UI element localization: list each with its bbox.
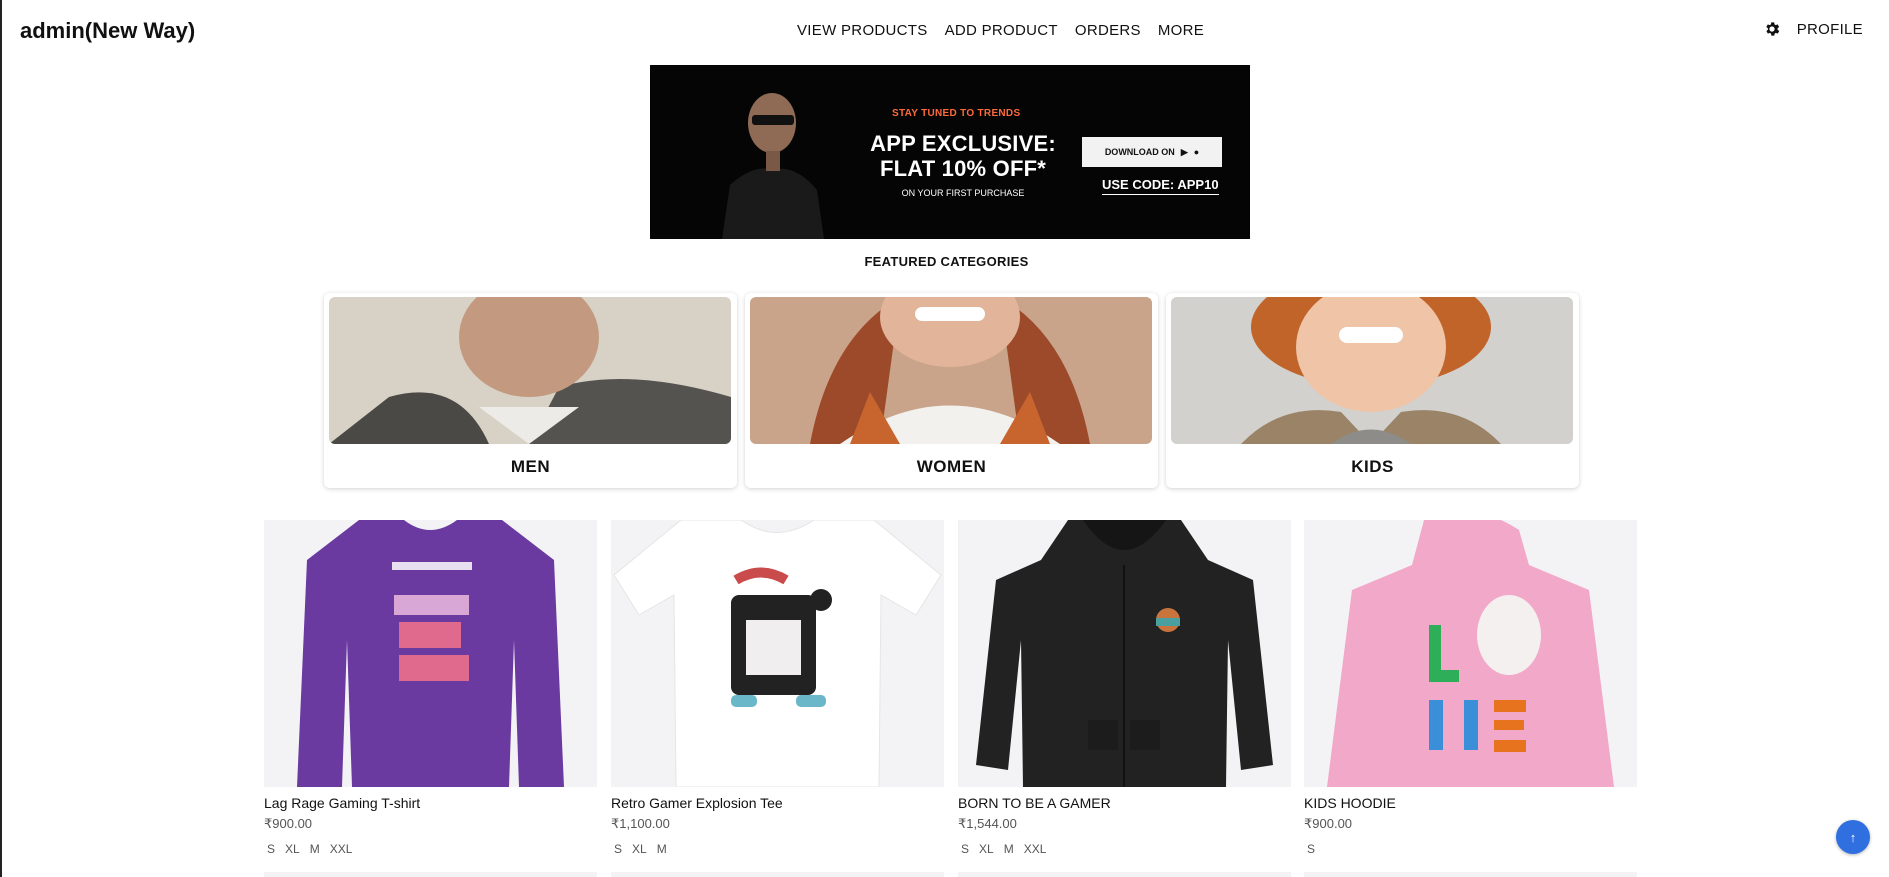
category-label-kids: KIDS	[1351, 457, 1394, 476]
size-option: XXL	[1023, 842, 1047, 856]
size-option: XL	[979, 842, 994, 856]
main-nav: VIEW PRODUCTS ADD PRODUCT ORDERS MORE	[797, 22, 1204, 39]
product-price: ₹900.00	[1304, 816, 1353, 831]
product-price: ₹1,100.00	[611, 816, 670, 831]
size-option: XL	[632, 842, 647, 856]
category-label-women: WOMEN	[916, 457, 987, 476]
featured-categories-title: FEATURED CATEGORIES	[864, 254, 1029, 269]
download-label: DOWNLOAD ON	[1104, 147, 1175, 157]
banner-headline-line2: FLAT 10% OFF*	[880, 156, 1046, 181]
banner-headline: APP EXCLUSIVE: FLAT 10% OFF*	[868, 131, 1058, 181]
promo-banner[interactable]: STAY TUNED TO TRENDS APP EXCLUSIVE: FLAT…	[650, 65, 1250, 239]
category-image-women	[750, 297, 1152, 444]
size-option: M	[1003, 842, 1014, 856]
product-price: ₹1,544.00	[958, 816, 1017, 831]
category-image-men	[329, 297, 731, 444]
size-option: S	[1307, 842, 1316, 856]
product-name: KIDS HOODIE	[1304, 795, 1396, 811]
gear-icon[interactable]	[1763, 20, 1781, 38]
header-right: PROFILE	[1763, 20, 1863, 38]
nav-add-product[interactable]: ADD PRODUCT	[945, 22, 1058, 39]
download-button[interactable]: DOWNLOAD ON ▶ ●	[1082, 137, 1222, 167]
size-option: M	[309, 842, 320, 856]
nav-orders[interactable]: ORDERS	[1075, 22, 1141, 39]
banner-subline: ON YOUR FIRST PURCHASE	[901, 188, 1025, 198]
product-name: BORN TO BE A GAMER	[958, 795, 1111, 811]
product-name: Lag Rage Gaming T-shirt	[264, 795, 421, 811]
product-card[interactable]: BORN TO BE A GAMER ₹1,544.00 S XL M XXL	[958, 520, 1291, 856]
category-card-women[interactable]: WOMEN	[745, 293, 1158, 488]
size-option: S	[614, 842, 623, 856]
model-illustration	[712, 65, 832, 239]
banner-tagline: STAY TUNED TO TRENDS	[892, 108, 1021, 119]
nav-view-products[interactable]: VIEW PRODUCTS	[797, 22, 928, 39]
size-option: XXL	[329, 842, 353, 856]
top-nav-bar: admin(New Way) VIEW PRODUCTS ADD PRODUCT…	[2, 0, 1889, 62]
product-sizes: S XL M XXL	[958, 842, 1291, 856]
arrow-up-icon: ↑	[1849, 829, 1857, 845]
product-image	[264, 520, 597, 787]
size-option: M	[656, 842, 667, 856]
apple-icon: ●	[1193, 147, 1200, 157]
product-sizes: S XL M	[611, 842, 944, 856]
promo-code: USE CODE: APP10	[1102, 177, 1219, 195]
category-image-kids	[1171, 297, 1573, 444]
product-image	[1304, 520, 1637, 787]
nav-more[interactable]: MORE	[1158, 22, 1204, 39]
category-card-kids[interactable]: KIDS	[1166, 293, 1579, 488]
product-sizes: S XL M XXL	[264, 842, 597, 856]
product-sizes: S	[1304, 842, 1637, 856]
product-card-peek[interactable]	[264, 872, 597, 877]
product-card-peek[interactable]	[611, 872, 944, 877]
product-card[interactable]: KIDS HOODIE ₹900.00 S	[1304, 520, 1637, 856]
size-option: XL	[285, 842, 300, 856]
product-card-peek[interactable]	[1304, 872, 1637, 877]
banner-headline-line1: APP EXCLUSIVE:	[870, 131, 1056, 156]
profile-link[interactable]: PROFILE	[1797, 21, 1863, 38]
category-card-men[interactable]: MEN	[324, 293, 737, 488]
product-card[interactable]: Lag Rage Gaming T-shirt ₹900.00 S XL M X…	[264, 520, 597, 856]
product-card-peek[interactable]	[958, 872, 1291, 877]
product-price: ₹900.00	[264, 816, 313, 831]
category-label-men: MEN	[510, 457, 551, 476]
brand-title[interactable]: admin(New Way)	[20, 18, 195, 44]
product-name: Retro Gamer Explosion Tee	[611, 795, 783, 811]
size-option: S	[267, 842, 276, 856]
product-image	[958, 520, 1291, 787]
size-option: S	[961, 842, 970, 856]
product-image	[611, 520, 944, 787]
product-card[interactable]: Retro Gamer Explosion Tee ₹1,100.00 S XL…	[611, 520, 944, 856]
play-store-icon: ▶	[1180, 146, 1188, 157]
scroll-to-top-button[interactable]: ↑	[1836, 820, 1870, 854]
